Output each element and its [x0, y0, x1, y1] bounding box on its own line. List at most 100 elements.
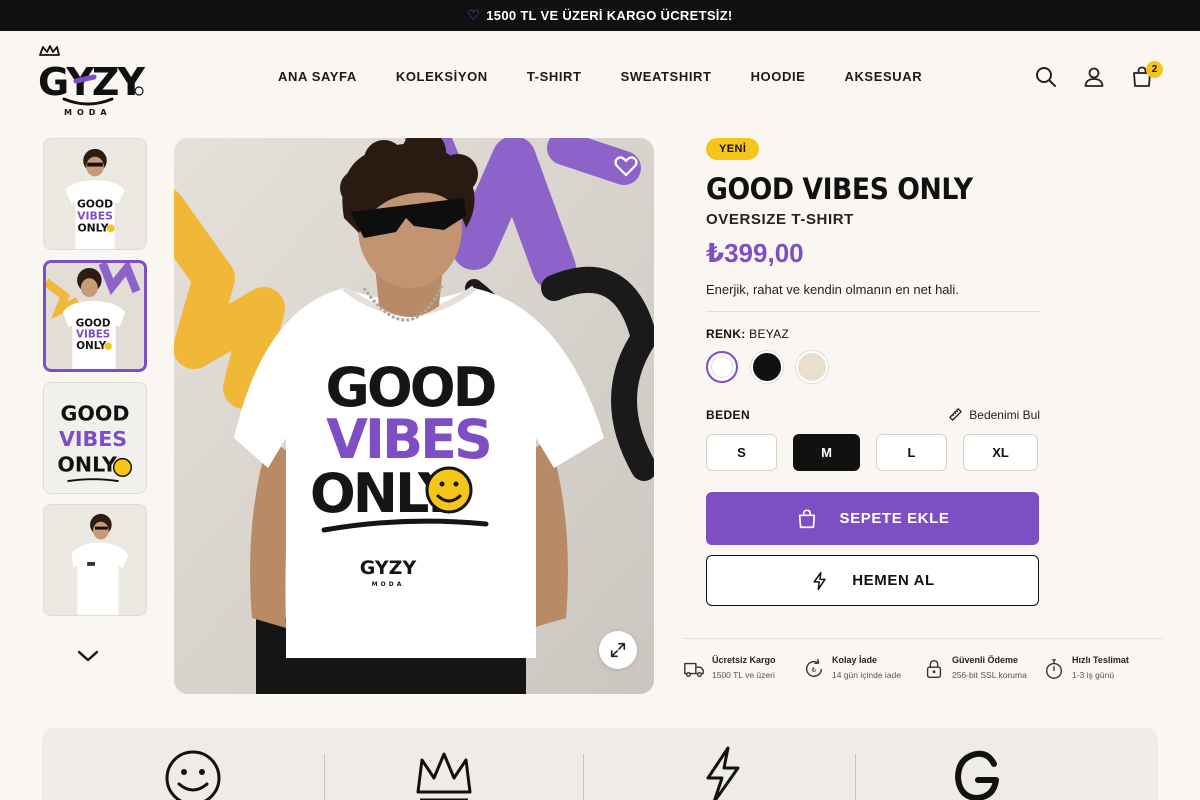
- wishlist-heart-icon[interactable]: [613, 153, 639, 179]
- brand-g-icon: [948, 746, 1008, 800]
- new-badge: YENİ: [706, 138, 760, 160]
- svg-text:₺: ₺: [812, 665, 817, 674]
- color-swatch-black[interactable]: [751, 351, 783, 383]
- shopping-bag-icon: [798, 508, 815, 528]
- logo-mark: GYZY MODA: [38, 45, 147, 117]
- print-line-3: ONLY: [76, 340, 106, 352]
- lightning-icon: [813, 571, 826, 590]
- main-product-image[interactable]: GOOD VIBES ONLY GYZY MODA: [174, 138, 654, 694]
- divider: [706, 311, 1040, 312]
- logo-text: GYZY: [38, 60, 145, 104]
- size-label: BEDEN: [706, 407, 751, 422]
- size-header: BEDEN Bedenimi Bul: [706, 407, 1040, 422]
- product-price: ₺399,00: [706, 238, 804, 268]
- buy-now-button[interactable]: HEMEN AL: [706, 555, 1039, 606]
- feature-desc: 14 gün içinde iade: [832, 670, 902, 680]
- thumbnail-image: GOOD VIBES ONLY: [44, 139, 146, 249]
- return-icon: ₺: [805, 658, 823, 677]
- announcement-text: 1500 TL VE ÜZERİ KARGO ÜCRETSİZ!: [486, 8, 733, 23]
- print-line-1: GOOD: [76, 317, 111, 329]
- divider: [324, 754, 325, 800]
- thumbnail-list: GOOD VIBES ONLY GOOD VIBES ONLY GOOD VIB…: [43, 138, 148, 626]
- size-option-xl[interactable]: XL: [963, 434, 1038, 471]
- print-line-3: ONLY: [57, 452, 118, 476]
- feature-secure-payment: Güvenli Ödeme 256-bit SSL koruma: [923, 655, 1043, 680]
- size-option-m[interactable]: M: [793, 434, 860, 471]
- feature-title: Ücretsiz Kargo: [712, 655, 776, 665]
- nav-item-t-shirt[interactable]: T-SHIRT: [527, 69, 582, 84]
- product-title: GOOD VIBES ONLY: [706, 172, 973, 206]
- brand-logo[interactable]: GYZY MODA: [36, 45, 148, 117]
- nav-item-koleksiyon[interactable]: KOLEKSİYON: [396, 69, 488, 84]
- brand-values-strip: [42, 728, 1158, 800]
- feature-title: Hızlı Teslimat: [1072, 655, 1129, 665]
- color-label-value: BEYAZ: [749, 327, 790, 341]
- truck-icon: [684, 662, 704, 678]
- expand-icon: [610, 642, 626, 658]
- feature-title: Güvenli Ödeme: [952, 655, 1019, 665]
- print-line-2: VIBES: [59, 427, 127, 451]
- cart-button[interactable]: 2: [1130, 61, 1163, 89]
- feature-easy-return: ₺ Kolay İade 14 gün içinde iade: [803, 655, 923, 680]
- thumbnail-2[interactable]: GOOD VIBES ONLY: [43, 260, 147, 372]
- lock-icon: [926, 660, 942, 678]
- chevron-down-icon[interactable]: [76, 646, 100, 666]
- product-photo: GOOD VIBES ONLY GYZY MODA: [174, 138, 654, 694]
- expand-image-button[interactable]: [599, 631, 637, 669]
- nav-item-ana-sayfa[interactable]: ANA SAYFA: [278, 69, 357, 84]
- size-guide-link[interactable]: Bedenimi Bul: [948, 407, 1040, 422]
- nav-item-sweatshirt[interactable]: SWEATSHIRT: [621, 69, 712, 84]
- color-label-key: RENK:: [706, 327, 746, 341]
- size-option-s[interactable]: S: [706, 434, 777, 471]
- main-nav: ANA SAYFA KOLEKSİYON T-SHIRT SWEATSHIRT …: [278, 69, 961, 84]
- divider: [583, 754, 584, 800]
- ruler-icon: [949, 408, 963, 421]
- size-options: S M L XL: [706, 434, 1040, 471]
- thumbnail-image: GOOD VIBES ONLY: [46, 263, 144, 369]
- print-line-2: VIBES: [76, 329, 110, 341]
- feature-desc: 1-3 iş günü: [1072, 670, 1115, 680]
- thumbnail-image: GOOD VIBES ONLY: [44, 383, 146, 493]
- feature-fast-delivery: Hızlı Teslimat 1-3 iş günü: [1043, 655, 1163, 680]
- color-swatches: [706, 351, 1040, 383]
- user-icon[interactable]: [1082, 65, 1106, 89]
- feature-desc: 256-bit SSL koruma: [952, 670, 1027, 680]
- feature-desc: 1500 TL ve üzeri: [712, 670, 775, 680]
- print-line-1: GOOD: [61, 401, 130, 425]
- thumbnail-3[interactable]: GOOD VIBES ONLY: [43, 382, 147, 494]
- crown-icon: [414, 746, 474, 800]
- lightning-bolt-icon: [692, 746, 752, 800]
- thumbnail-1[interactable]: GOOD VIBES ONLY: [43, 138, 147, 250]
- product-info: YENİ GOOD VIBES ONLY OVERSIZE T-SHIRT ₺3…: [706, 138, 1040, 606]
- thumbnail-4[interactable]: [43, 504, 147, 616]
- color-label: RENK: BEYAZ: [706, 327, 1040, 341]
- buy-now-label: HEMEN AL: [852, 572, 935, 589]
- print-line-3: ONLY: [77, 221, 108, 234]
- cart-count-badge: 2: [1146, 61, 1163, 78]
- add-to-cart-label: SEPETE EKLE: [839, 510, 950, 527]
- smiley-icon: [163, 746, 223, 800]
- logo-subtext: MODA: [64, 108, 112, 117]
- product-subtitle: OVERSIZE T-SHIRT: [706, 211, 854, 228]
- feature-free-shipping: Ücretsiz Kargo 1500 TL ve üzeri: [683, 655, 803, 680]
- divider: [855, 754, 856, 800]
- add-to-cart-button[interactable]: SEPETE EKLE: [706, 492, 1039, 545]
- color-swatch-beige[interactable]: [796, 351, 828, 383]
- shirt-logo-sub: MODA: [372, 581, 405, 588]
- product-description: Enerjik, rahat ve kendin olmanın en net …: [706, 282, 959, 297]
- header-actions: 2: [1034, 61, 1163, 89]
- heart-icon: ♡: [467, 7, 481, 23]
- size-guide-label: Bedenimi Bul: [969, 407, 1040, 422]
- announcement-bar: ♡ 1500 TL VE ÜZERİ KARGO ÜCRETSİZ!: [0, 0, 1200, 31]
- size-option-l[interactable]: L: [876, 434, 947, 471]
- search-icon[interactable]: [1034, 65, 1058, 89]
- site-header: GYZY MODA ANA SAYFA KOLEKSİYON T-SHIRT S…: [0, 31, 1200, 126]
- feature-strip: Ücretsiz Kargo 1500 TL ve üzeri ₺ Kolay …: [683, 638, 1163, 680]
- stopwatch-icon: [1045, 659, 1063, 679]
- nav-item-aksesuar[interactable]: AKSESUAR: [844, 69, 922, 84]
- feature-title: Kolay İade: [832, 655, 878, 665]
- thumbnail-image: [44, 505, 146, 615]
- shirt-logo: GYZY: [360, 557, 417, 579]
- nav-item-hoodie[interactable]: HOODIE: [751, 69, 806, 84]
- color-swatch-white[interactable]: [706, 351, 738, 383]
